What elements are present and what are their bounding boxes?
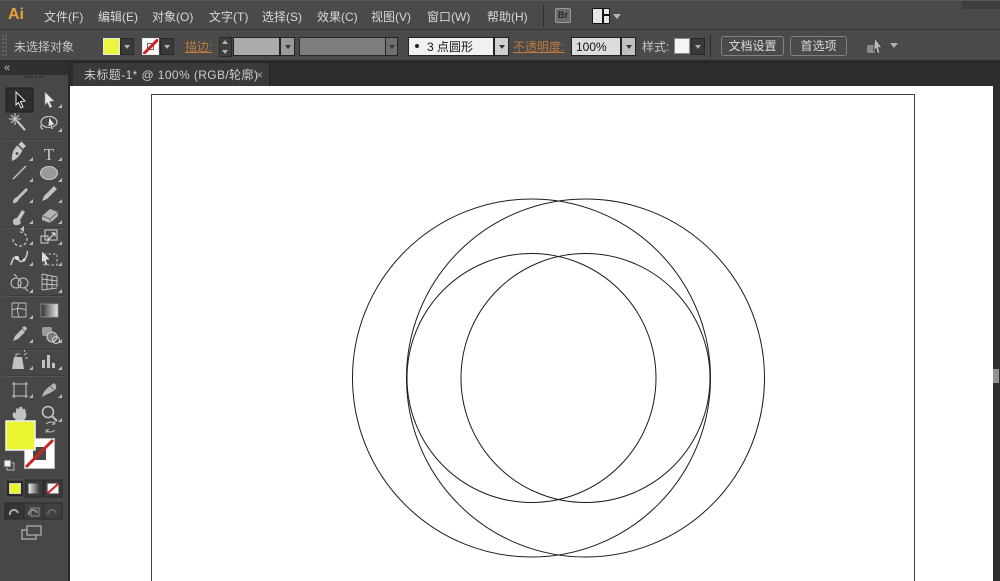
svg-text:T: T — [44, 145, 55, 164]
